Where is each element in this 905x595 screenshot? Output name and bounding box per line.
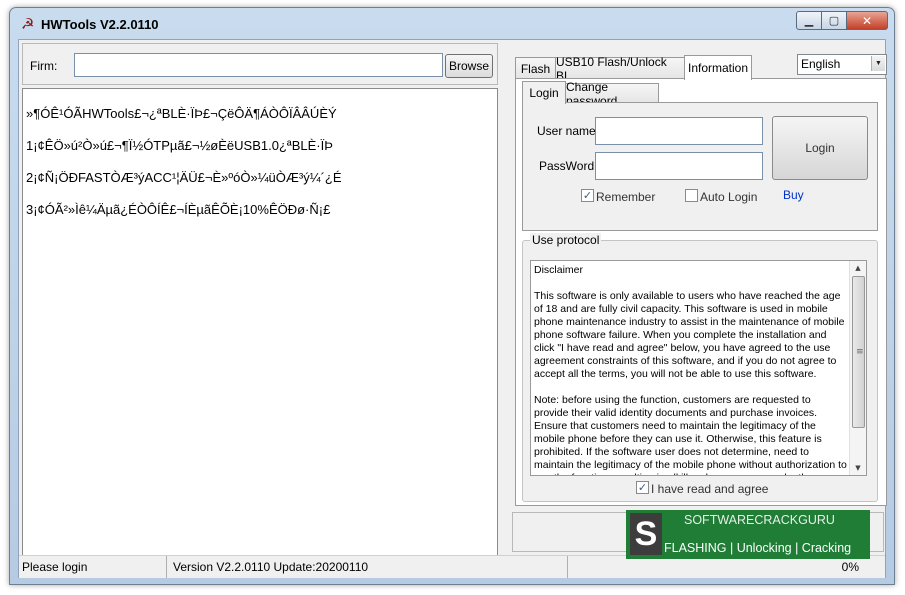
language-select[interactable]: English ▼ [797, 54, 887, 75]
protocol-content: Disclaimer This software is only availab… [534, 264, 847, 475]
information-tab-page: Login Change password User name: PassWor… [515, 78, 887, 506]
hammer-sickle-icon: ☭ [21, 15, 35, 33]
scroll-up-icon[interactable]: ▲ [850, 261, 866, 275]
protocol-title: Use protocol [530, 233, 602, 247]
password-input[interactable] [595, 152, 763, 180]
window-controls: ▁ ▢ ✕ [796, 11, 888, 30]
tab-information[interactable]: Information [684, 55, 752, 80]
window-title: HWTools V2.2.0110 [41, 17, 159, 32]
status-progress: 0% [841, 560, 859, 574]
login-tab-page: User name: PassWord: Login ✓ Remember Au… [522, 102, 878, 231]
firm-label: Firm: [30, 59, 58, 73]
app-window: ☭ HWTools V2.2.0110 ▁ ▢ ✕ Firm: Browse »… [9, 7, 895, 585]
firm-input[interactable] [74, 53, 443, 77]
username-input[interactable] [595, 117, 763, 145]
status-message: Please login [19, 556, 167, 578]
tab-login[interactable]: Login [522, 81, 566, 104]
tab-usb10-flash-unlock-bl[interactable]: USB10 Flash/Unlock BL [555, 55, 685, 83]
right-panel: Flash USB10 Flash/Unlock BL Information … [502, 40, 887, 555]
client-area: Firm: Browse »¶ÓÊ¹ÓÃHWTools£¬¿ªBLÈ·ÏÞ£¬Ç… [18, 39, 887, 578]
log-line: »¶ÓÊ¹ÓÃHWTools£¬¿ªBLÈ·ÏÞ£¬ÇëÔÄ¶ÁÒÔÏÂÂÚÈÝ [26, 106, 337, 121]
protocol-textbox[interactable]: Disclaimer This software is only availab… [530, 260, 867, 476]
left-panel: Firm: Browse »¶ÓÊ¹ÓÃHWTools£¬¿ªBLÈ·ÏÞ£¬Ç… [22, 43, 498, 556]
agree-label: I have read and agree [651, 482, 769, 496]
protocol-scrollbar[interactable]: ▲ ≡ ▼ [849, 261, 866, 475]
maximize-icon: ▢ [828, 14, 840, 27]
remember-label: Remember [596, 190, 656, 204]
browse-button[interactable]: Browse [445, 54, 493, 78]
title-bar[interactable]: ☭ HWTools V2.2.0110 ▁ ▢ ✕ [10, 8, 894, 38]
watermark-logo: S [630, 513, 662, 555]
minimize-icon: ▁ [804, 14, 814, 27]
chevron-down-icon[interactable]: ▼ [871, 56, 885, 71]
auto-login-checkbox[interactable] [685, 189, 698, 202]
buy-link[interactable]: Buy [783, 188, 804, 202]
language-selected: English [801, 57, 841, 71]
watermark-tagline: FLASHING | Unlocking | Cracking [664, 541, 852, 555]
tab-change-password[interactable]: Change password [565, 80, 659, 108]
grip-icon: ≡ [856, 347, 864, 357]
minimize-button[interactable]: ▁ [796, 11, 822, 30]
agree-checkbox[interactable]: ✓ [636, 481, 649, 494]
watermark-title: SOFTWARECRACKGURU [684, 513, 835, 527]
remember-checkbox[interactable]: ✓ [581, 189, 594, 202]
watermark-overlay: S SOFTWARECRACKGURU FLASHING | Unlocking… [626, 510, 870, 559]
scrollbar-thumb[interactable]: ≡ [852, 276, 865, 428]
auto-login-label: Auto Login [700, 190, 758, 204]
log-line: 1¡¢ÊÖ»ú²Ò»ú£¬¶Ï½ÓTPµã£¬½øÈëUSB1.0¿ªBLÈ·Ï… [26, 138, 333, 153]
maximize-button[interactable]: ▢ [822, 11, 847, 30]
log-output[interactable]: »¶ÓÊ¹ÓÃHWTools£¬¿ªBLÈ·ÏÞ£¬ÇëÔÄ¶ÁÒÔÏÂÂÚÈÝ… [22, 88, 498, 556]
scroll-down-icon[interactable]: ▼ [850, 461, 866, 475]
tab-flash[interactable]: Flash [515, 57, 556, 79]
password-label: PassWord: [539, 159, 598, 173]
status-version: Version V2.2.0110 Update:20200110 [170, 556, 568, 578]
login-button[interactable]: Login [772, 116, 868, 180]
close-button[interactable]: ✕ [847, 11, 888, 30]
firm-section: Firm: Browse [22, 43, 498, 85]
close-icon: ✕ [861, 13, 873, 28]
use-protocol-group: Use protocol Disclaimer This software is… [522, 233, 878, 502]
log-line: 2¡¢Ñ¡ÖÐFASTÒÆ³ýACC¹¦ÄÜ£¬È»ºóÒ»¼üÒÆ³ý¼´¿É [26, 170, 342, 185]
log-line: 3¡¢ÓÃ²»Ìê¼Äµã¿ÉÒÔÍÊ£¬ÍÈµãÊÕÈ¡10%ÊÖÐø·Ñ¡£ [26, 202, 331, 217]
username-label: User name: [537, 124, 600, 138]
